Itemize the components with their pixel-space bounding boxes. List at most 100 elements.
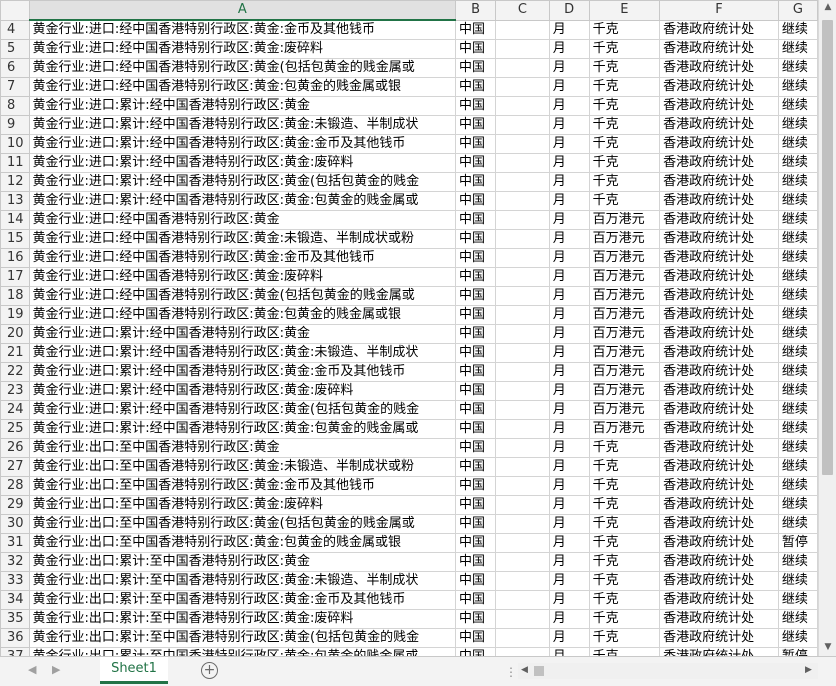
cell-c[interactable] xyxy=(495,39,550,59)
cell-f[interactable]: 香港政府统计处 xyxy=(659,248,779,268)
row-header[interactable]: 35 xyxy=(0,609,30,629)
cell-a[interactable]: 黄金行业:进口:经中国香港特别行政区:黄金:未锻造、半制成状或粉 xyxy=(28,229,457,249)
cell-g[interactable]: 继续 xyxy=(777,609,818,629)
cell-g[interactable]: 继续 xyxy=(777,438,818,458)
cell-b[interactable]: 中国 xyxy=(455,533,497,553)
scroll-up-icon[interactable]: ▲ xyxy=(819,2,836,12)
column-header-d[interactable]: D xyxy=(548,0,590,21)
cell-b[interactable]: 中国 xyxy=(455,476,497,496)
cell-a[interactable]: 黄金行业:进口:累计:经中国香港特别行政区:黄金 xyxy=(28,96,457,116)
cell-d[interactable]: 月 xyxy=(548,39,590,59)
cell-b[interactable]: 中国 xyxy=(455,324,497,344)
cell-c[interactable] xyxy=(495,438,550,458)
cell-b[interactable]: 中国 xyxy=(455,628,497,648)
cell-d[interactable]: 月 xyxy=(548,438,590,458)
cell-c[interactable] xyxy=(495,381,550,401)
cell-b[interactable]: 中国 xyxy=(455,191,497,211)
cell-a[interactable]: 黄金行业:进口:累计:经中国香港特别行政区:黄金:金币及其他钱币 xyxy=(28,134,457,154)
cell-b[interactable]: 中国 xyxy=(455,19,497,40)
cell-c[interactable] xyxy=(495,590,550,610)
cell-d[interactable]: 月 xyxy=(548,419,590,439)
cell-b[interactable]: 中国 xyxy=(455,419,497,439)
cell-f[interactable]: 香港政府统计处 xyxy=(659,343,779,363)
cell-b[interactable]: 中国 xyxy=(455,115,497,135)
cell-a[interactable]: 黄金行业:进口:累计:经中国香港特别行政区:黄金(包括包黄金的贱金 xyxy=(28,172,457,192)
cell-d[interactable]: 月 xyxy=(548,476,590,496)
cell-a[interactable]: 黄金行业:出口:至中国香港特别行政区:黄金:未锻造、半制成状或粉 xyxy=(28,457,457,477)
cell-a[interactable]: 黄金行业:出口:累计:至中国香港特别行政区:黄金:包黄金的贱金属或 xyxy=(28,647,457,656)
cell-a[interactable]: 黄金行业:出口:累计:至中国香港特别行政区:黄金(包括包黄金的贱金 xyxy=(28,628,457,648)
cell-f[interactable]: 香港政府统计处 xyxy=(659,210,779,230)
row-header[interactable]: 7 xyxy=(0,77,30,97)
cell-g[interactable]: 继续 xyxy=(777,305,818,325)
cell-f[interactable]: 香港政府统计处 xyxy=(659,324,779,344)
row-header[interactable]: 34 xyxy=(0,590,30,610)
vertical-scroll-thumb[interactable] xyxy=(822,20,833,475)
cell-e[interactable]: 百万港元 xyxy=(588,362,661,382)
cell-a[interactable]: 黄金行业:进口:累计:经中国香港特别行政区:黄金:金币及其他钱币 xyxy=(28,362,457,382)
vertical-scrollbar[interactable]: ▲ ▼ xyxy=(818,0,836,656)
more-icon[interactable]: ⋮ xyxy=(505,665,517,679)
cell-a[interactable]: 黄金行业:进口:经中国香港特别行政区:黄金(包括包黄金的贱金属或 xyxy=(28,286,457,306)
cell-c[interactable] xyxy=(495,267,550,287)
cell-d[interactable]: 月 xyxy=(548,628,590,648)
cell-c[interactable] xyxy=(495,191,550,211)
cell-f[interactable]: 香港政府统计处 xyxy=(659,286,779,306)
cell-d[interactable]: 月 xyxy=(548,552,590,572)
cell-a[interactable]: 黄金行业:出口:累计:至中国香港特别行政区:黄金:未锻造、半制成状 xyxy=(28,571,457,591)
cell-c[interactable] xyxy=(495,495,550,515)
cell-c[interactable] xyxy=(495,628,550,648)
column-header-g[interactable]: G xyxy=(777,0,818,21)
cell-e[interactable]: 千克 xyxy=(588,438,661,458)
cell-b[interactable]: 中国 xyxy=(455,172,497,192)
row-header[interactable]: 23 xyxy=(0,381,30,401)
cell-c[interactable] xyxy=(495,77,550,97)
cell-d[interactable]: 月 xyxy=(548,248,590,268)
cell-a[interactable]: 黄金行业:进口:经中国香港特别行政区:黄金:废碎料 xyxy=(28,39,457,59)
cell-a[interactable]: 黄金行业:进口:经中国香港特别行政区:黄金:金币及其他钱币 xyxy=(28,19,457,40)
cell-f[interactable]: 香港政府统计处 xyxy=(659,229,779,249)
cell-a[interactable]: 黄金行业:进口:经中国香港特别行政区:黄金(包括包黄金的贱金属或 xyxy=(28,58,457,78)
cell-a[interactable]: 黄金行业:进口:经中国香港特别行政区:黄金 xyxy=(28,210,457,230)
row-header[interactable]: 15 xyxy=(0,229,30,249)
cell-c[interactable] xyxy=(495,476,550,496)
cell-d[interactable]: 月 xyxy=(548,381,590,401)
cell-b[interactable]: 中国 xyxy=(455,77,497,97)
horizontal-scrollbar[interactable]: ◀ ▶ xyxy=(518,663,818,679)
cell-a[interactable]: 黄金行业:进口:经中国香港特别行政区:黄金:包黄金的贱金属或银 xyxy=(28,305,457,325)
cell-a[interactable]: 黄金行业:出口:至中国香港特别行政区:黄金:包黄金的贱金属或银 xyxy=(28,533,457,553)
column-header-a[interactable]: A xyxy=(28,0,457,21)
cell-c[interactable] xyxy=(495,552,550,572)
cell-a[interactable]: 黄金行业:进口:经中国香港特别行政区:黄金:废碎料 xyxy=(28,267,457,287)
cell-g[interactable]: 暂停 xyxy=(777,533,818,553)
row-header[interactable]: 18 xyxy=(0,286,30,306)
cell-b[interactable]: 中国 xyxy=(455,229,497,249)
cell-b[interactable]: 中国 xyxy=(455,362,497,382)
cell-g[interactable]: 继续 xyxy=(777,19,818,40)
cell-b[interactable]: 中国 xyxy=(455,267,497,287)
cell-g[interactable]: 继续 xyxy=(777,628,818,648)
cell-b[interactable]: 中国 xyxy=(455,134,497,154)
cell-f[interactable]: 香港政府统计处 xyxy=(659,58,779,78)
cell-b[interactable]: 中国 xyxy=(455,343,497,363)
cell-g[interactable]: 继续 xyxy=(777,96,818,116)
cell-e[interactable]: 千克 xyxy=(588,476,661,496)
sheet-tab[interactable]: Sheet1 xyxy=(100,657,168,684)
row-header[interactable]: 19 xyxy=(0,305,30,325)
cell-g[interactable]: 继续 xyxy=(777,286,818,306)
cell-f[interactable]: 香港政府统计处 xyxy=(659,609,779,629)
cell-f[interactable]: 香港政府统计处 xyxy=(659,19,779,40)
horizontal-scroll-thumb[interactable] xyxy=(534,666,544,676)
cell-e[interactable]: 百万港元 xyxy=(588,381,661,401)
cell-a[interactable]: 黄金行业:出口:至中国香港特别行政区:黄金:金币及其他钱币 xyxy=(28,476,457,496)
cell-e[interactable]: 百万港元 xyxy=(588,286,661,306)
row-header[interactable]: 22 xyxy=(0,362,30,382)
cell-e[interactable]: 千克 xyxy=(588,533,661,553)
cell-e[interactable]: 百万港元 xyxy=(588,400,661,420)
cell-a[interactable]: 黄金行业:进口:累计:经中国香港特别行政区:黄金:包黄金的贱金属或 xyxy=(28,419,457,439)
cell-e[interactable]: 百万港元 xyxy=(588,267,661,287)
row-header[interactable]: 36 xyxy=(0,628,30,648)
cell-b[interactable]: 中国 xyxy=(455,96,497,116)
cell-e[interactable]: 千克 xyxy=(588,134,661,154)
row-header[interactable]: 32 xyxy=(0,552,30,572)
